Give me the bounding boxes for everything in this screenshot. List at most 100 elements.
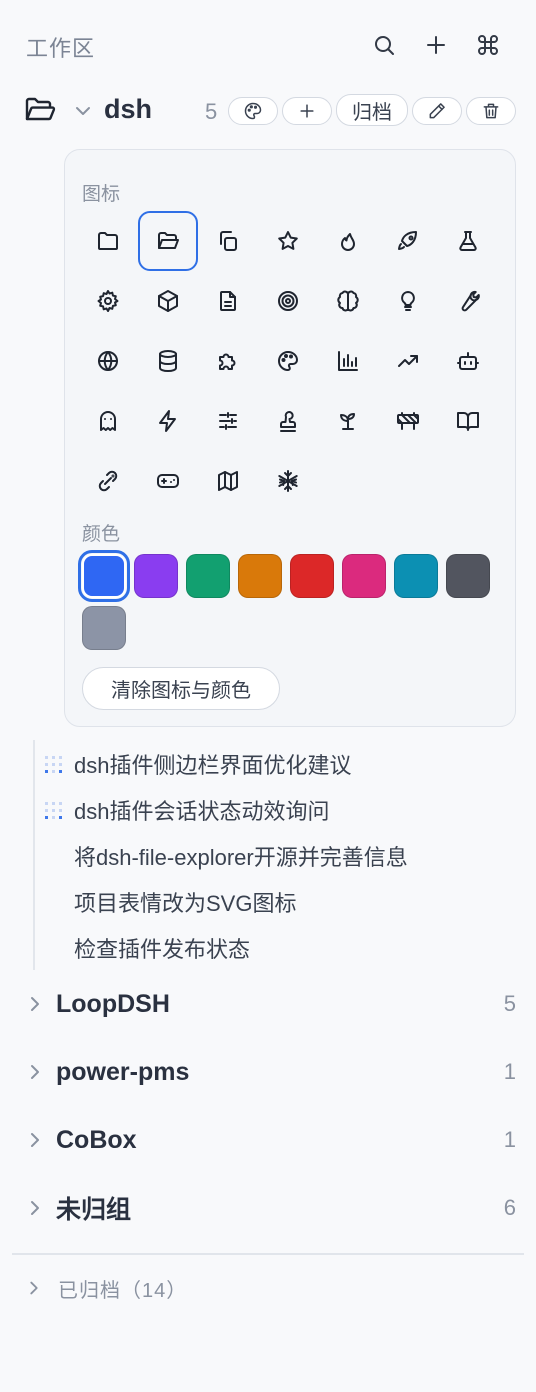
color-swatch[interactable] (238, 554, 282, 598)
lightbulb-icon (401, 291, 415, 311)
icon-option-stamp[interactable] (258, 391, 318, 451)
icon-option-book-open[interactable] (438, 391, 498, 451)
icon-option-bot[interactable] (438, 331, 498, 391)
running-indicator-icon (45, 802, 62, 819)
project-group-row[interactable]: power-pms 1 (24, 1052, 520, 1092)
book-open-icon (457, 412, 479, 431)
plus-icon (300, 104, 314, 118)
flask-icon (459, 231, 477, 251)
bar-chart-icon (338, 351, 358, 371)
color-swatch[interactable] (290, 554, 334, 598)
project-group-row[interactable]: 未归组 6 (24, 1188, 520, 1228)
trash-icon (483, 103, 499, 119)
session-item[interactable]: 将dsh-file-explorer开源并完善信息 (74, 840, 408, 872)
icon-option-sprout[interactable] (318, 391, 378, 451)
icon-option-box[interactable] (138, 271, 198, 331)
sliders-icon (219, 412, 237, 430)
project-add-session-button[interactable] (282, 97, 332, 125)
project-session-count: 5 (205, 99, 218, 124)
project-rename-button[interactable] (412, 97, 462, 125)
new-session-button[interactable] (421, 30, 451, 60)
color-swatch[interactable] (78, 550, 130, 602)
color-swatch[interactable] (342, 554, 386, 598)
icon-option-sliders[interactable] (198, 391, 258, 451)
trending-up-icon (398, 355, 418, 367)
project-name[interactable]: dsh (104, 94, 152, 125)
icon-option-wrench[interactable] (438, 271, 498, 331)
session-item[interactable]: dsh插件侧边栏界面优化建议 (42, 748, 351, 780)
workspace-title: 工作区 (26, 36, 96, 61)
color-swatch[interactable] (82, 606, 126, 650)
icon-option-star[interactable] (258, 211, 318, 271)
session-title: dsh插件会话状态动效询问 (74, 799, 330, 824)
icon-option-lightbulb[interactable] (378, 271, 438, 331)
session-title: 检查插件发布状态 (74, 937, 251, 962)
folder-open-icon (158, 232, 179, 249)
icon-option-bar-chart[interactable] (318, 331, 378, 391)
group-count: 1 (503, 1059, 516, 1084)
archived-section-toggle[interactable]: 已归档（14） (24, 1272, 187, 1304)
session-item[interactable]: 项目表情改为SVG图标 (74, 886, 296, 918)
icon-option-database[interactable] (138, 331, 198, 391)
wrench-icon (461, 290, 480, 312)
project-archive-button[interactable]: 归档 (336, 94, 408, 126)
group-count: 6 (503, 1195, 516, 1220)
divider (12, 1253, 524, 1255)
icon-option-brain[interactable] (318, 271, 378, 331)
project-collapse-toggle[interactable] (72, 100, 94, 122)
color-swatch[interactable] (394, 554, 438, 598)
clear-icon-color-button[interactable]: 清除图标与颜色 (82, 667, 280, 710)
gamepad-icon (157, 474, 179, 488)
pencil-icon (429, 103, 445, 119)
link-icon (98, 470, 118, 492)
icon-option-copy[interactable] (198, 211, 258, 271)
icon-option-puzzle[interactable] (198, 331, 258, 391)
stamp-icon (280, 411, 296, 432)
palette-icon (278, 351, 298, 371)
flame-icon (341, 233, 355, 251)
icon-option-ghost[interactable] (78, 391, 138, 451)
rocket-icon (398, 231, 417, 250)
project-group-row[interactable]: CoBox 1 (24, 1120, 520, 1160)
icon-option-map[interactable] (198, 451, 258, 511)
icon-option-construction[interactable] (378, 391, 438, 451)
project-style-button[interactable] (228, 97, 278, 125)
ghost-icon (100, 411, 116, 431)
icon-option-gear[interactable] (78, 271, 138, 331)
zap-icon (159, 410, 176, 432)
icon-option-zap[interactable] (138, 391, 198, 451)
chevron-right-icon (31, 1201, 39, 1215)
icon-option-folder-open[interactable] (138, 211, 198, 271)
database-icon (159, 350, 177, 372)
construction-icon (397, 412, 419, 430)
icon-option-flask[interactable] (438, 211, 498, 271)
icon-option-document[interactable] (198, 271, 258, 331)
icon-option-palette[interactable] (258, 331, 318, 391)
sprout-icon (340, 413, 355, 430)
session-item[interactable]: dsh插件会话状态动效询问 (42, 794, 329, 826)
archived-label: 已归档（14） (58, 1279, 188, 1302)
icon-option-flame[interactable] (318, 211, 378, 271)
color-swatch[interactable] (186, 554, 230, 598)
icon-option-folder[interactable] (78, 211, 138, 271)
project-delete-button[interactable] (466, 97, 516, 125)
session-item[interactable]: 检查插件发布状态 (74, 932, 250, 964)
color-swatch[interactable] (134, 554, 178, 598)
icon-option-snowflake[interactable] (258, 451, 318, 511)
icon-option-gamepad[interactable] (138, 451, 198, 511)
icon-option-link[interactable] (78, 451, 138, 511)
project-folder-icon[interactable] (24, 95, 56, 125)
running-indicator-icon (45, 756, 62, 773)
command-palette-button[interactable] (473, 30, 503, 60)
icon-option-trending-up[interactable] (378, 331, 438, 391)
group-name: CoBox (56, 1125, 137, 1154)
icon-option-target[interactable] (258, 271, 318, 331)
project-group-row[interactable]: LoopDSH 5 (24, 984, 520, 1024)
globe-icon (98, 351, 118, 371)
session-title: 项目表情改为SVG图标 (74, 891, 297, 916)
icon-option-globe[interactable] (78, 331, 138, 391)
color-swatch[interactable] (446, 554, 490, 598)
search-icon (375, 36, 394, 55)
search-button[interactable] (369, 30, 399, 60)
icon-option-rocket[interactable] (378, 211, 438, 271)
